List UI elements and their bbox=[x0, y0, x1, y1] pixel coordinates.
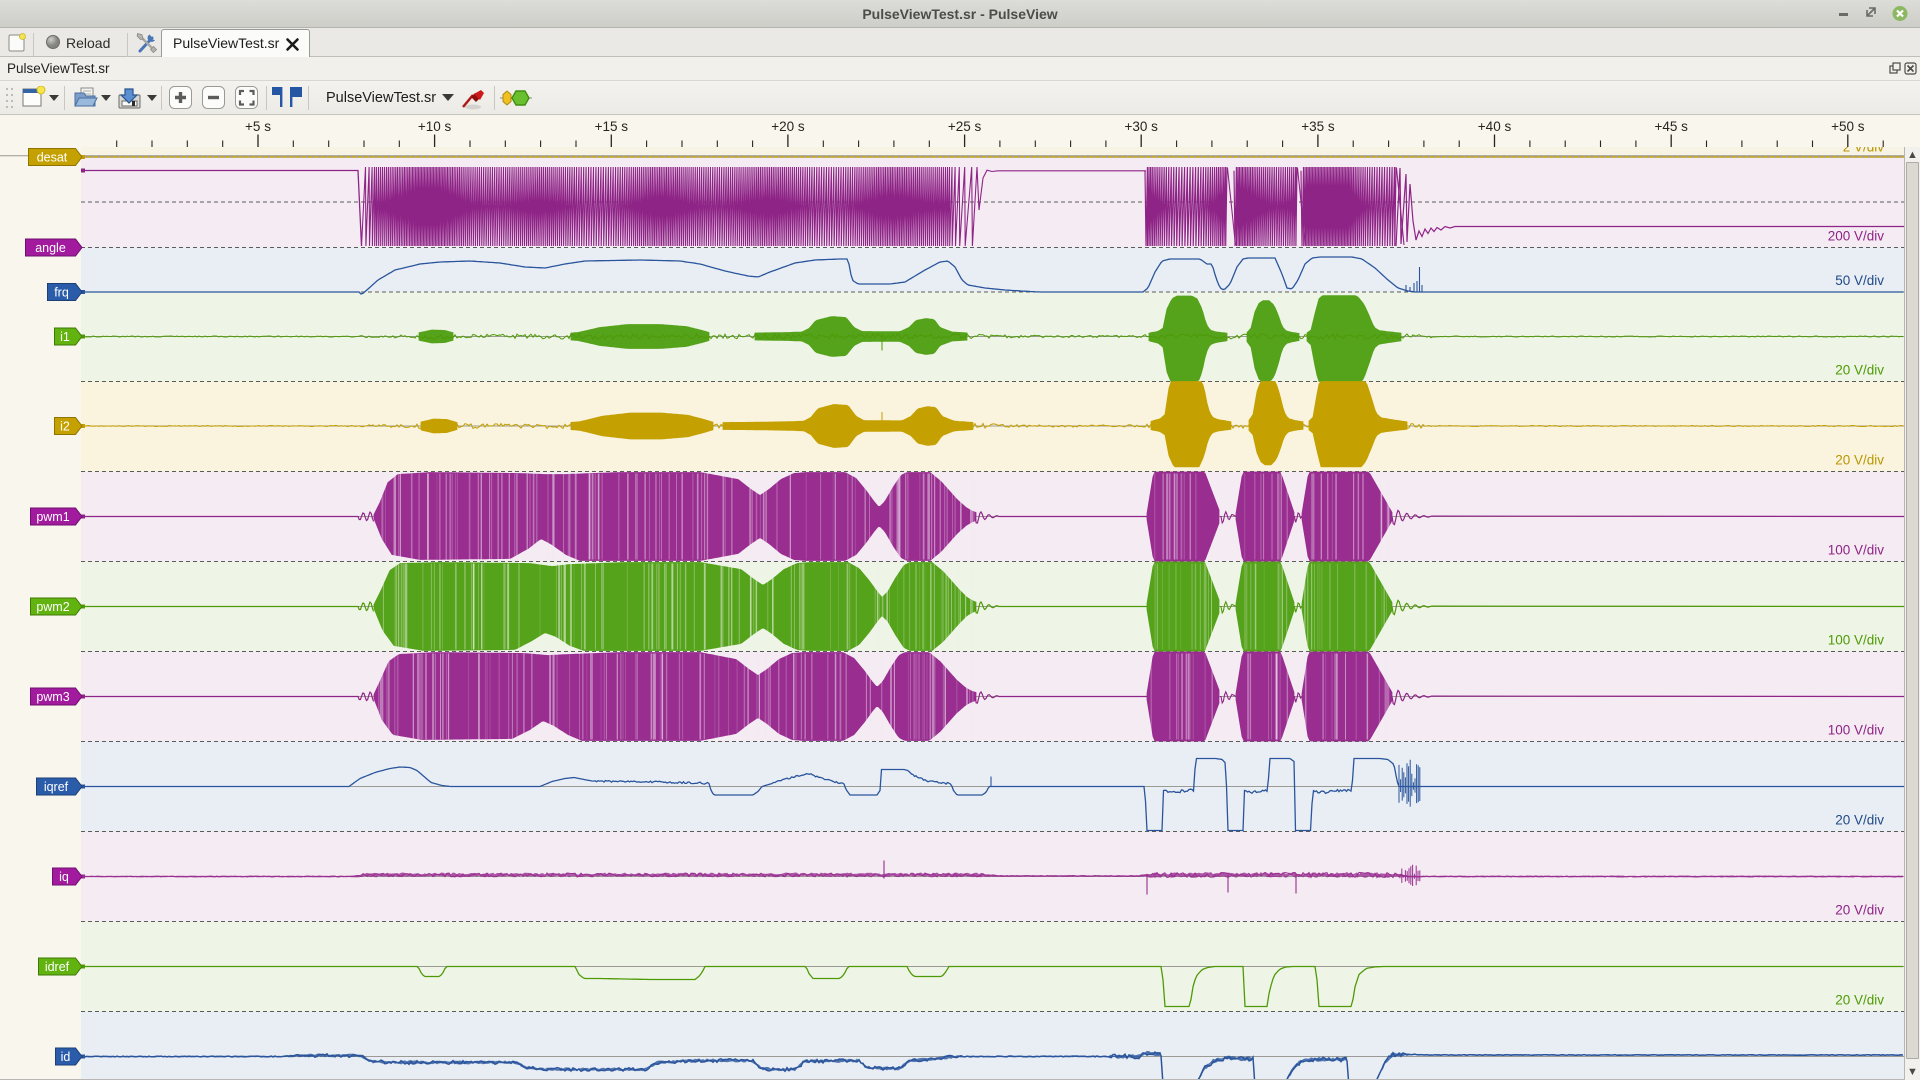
svg-text:100 V/div: 100 V/div bbox=[1828, 723, 1885, 738]
svg-text:20 V/div: 20 V/div bbox=[1835, 903, 1884, 918]
svg-text:pwm2: pwm2 bbox=[36, 600, 69, 614]
svg-text:+25 s: +25 s bbox=[948, 119, 982, 134]
svg-text:angle: angle bbox=[35, 241, 66, 255]
svg-text:100 V/div: 100 V/div bbox=[1828, 633, 1885, 648]
svg-text:+50 s: +50 s bbox=[1831, 119, 1865, 134]
svg-text:+40 s: +40 s bbox=[1478, 119, 1512, 134]
svg-text:pwm1: pwm1 bbox=[36, 510, 69, 524]
svg-text:iqref: iqref bbox=[44, 780, 69, 794]
svg-text:id: id bbox=[61, 1050, 71, 1064]
svg-text:+15 s: +15 s bbox=[595, 119, 629, 134]
svg-text:+30 s: +30 s bbox=[1124, 119, 1158, 134]
svg-text:+45 s: +45 s bbox=[1654, 119, 1688, 134]
svg-text:pwm3: pwm3 bbox=[36, 690, 69, 704]
svg-text:20 V/div: 20 V/div bbox=[1835, 813, 1884, 828]
svg-text:200 V/div: 200 V/div bbox=[1828, 229, 1885, 244]
svg-text:desat: desat bbox=[37, 151, 68, 165]
svg-text:iq: iq bbox=[59, 870, 69, 884]
svg-text:frq: frq bbox=[54, 286, 69, 300]
svg-text:100 V/div: 100 V/div bbox=[1828, 543, 1885, 558]
svg-text:20 V/div: 20 V/div bbox=[1835, 453, 1884, 468]
svg-text:+20 s: +20 s bbox=[771, 119, 805, 134]
svg-text:50 V/div: 50 V/div bbox=[1835, 273, 1884, 288]
svg-text:+5 s: +5 s bbox=[245, 119, 271, 134]
svg-text:20 V/div: 20 V/div bbox=[1835, 993, 1884, 1008]
svg-text:i2: i2 bbox=[60, 420, 70, 434]
svg-text:i1: i1 bbox=[60, 330, 70, 344]
svg-text:20 V/div: 20 V/div bbox=[1835, 363, 1884, 378]
svg-text:+35 s: +35 s bbox=[1301, 119, 1335, 134]
svg-text:idref: idref bbox=[45, 960, 70, 974]
svg-text:+10 s: +10 s bbox=[418, 119, 452, 134]
